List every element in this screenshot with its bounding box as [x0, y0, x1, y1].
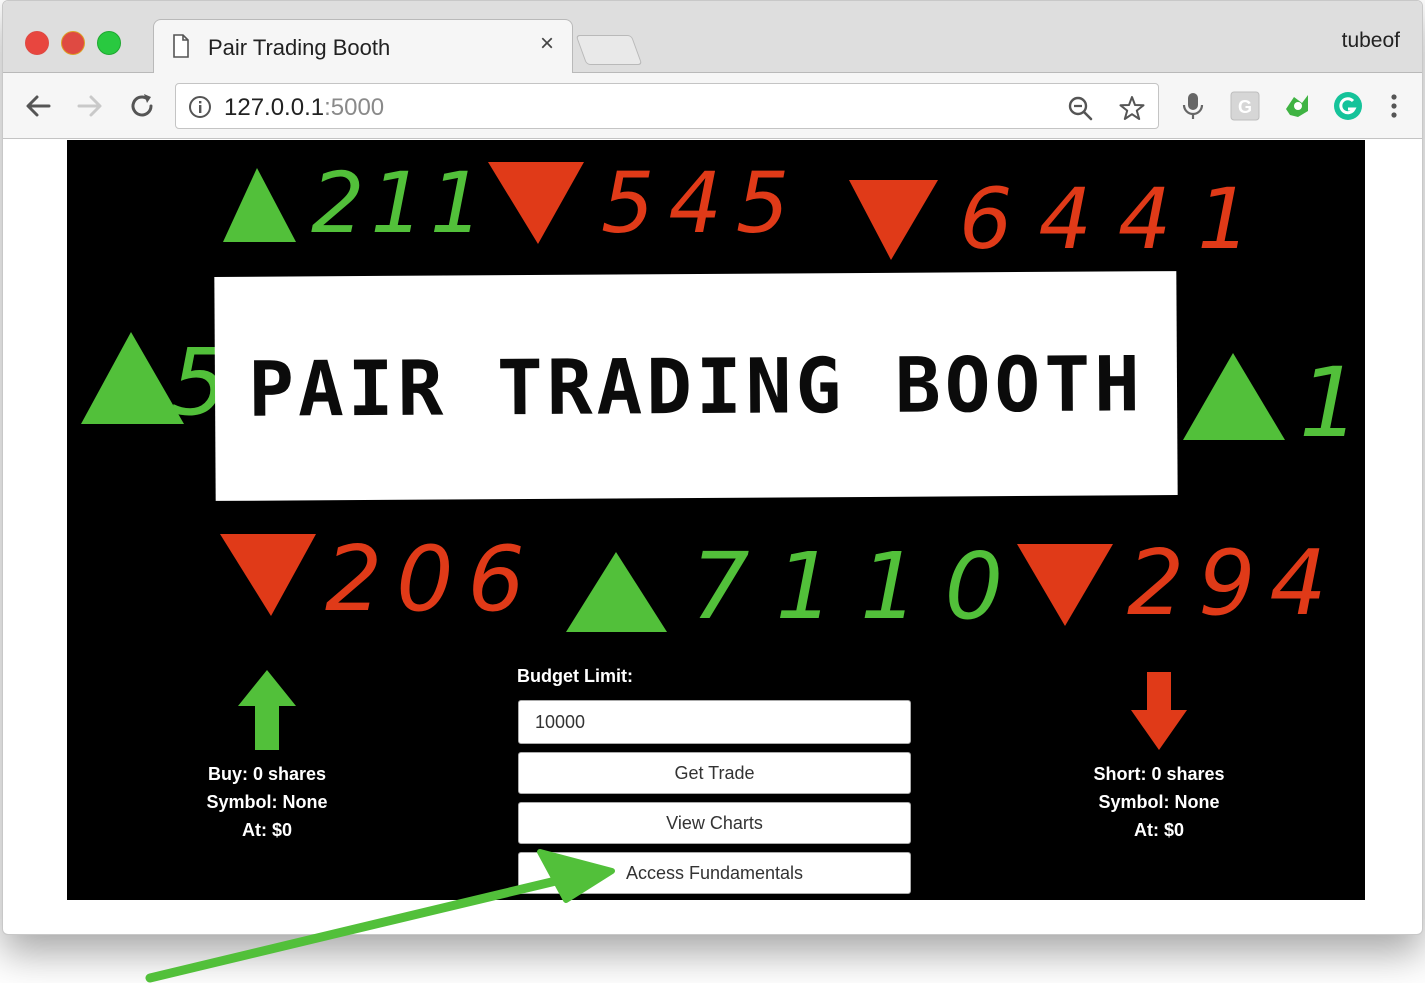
view-charts-button[interactable]: View Charts: [518, 802, 911, 844]
short-price: At: $0: [1049, 816, 1269, 844]
short-shares: Short: 0 shares: [1049, 760, 1269, 788]
tab-bar: Pair Trading Booth × tubeof: [3, 1, 1422, 75]
forward-icon[interactable]: [73, 89, 107, 123]
reload-icon[interactable]: [125, 89, 159, 123]
mic-icon[interactable]: [1178, 91, 1208, 121]
up-triangle-icon: [566, 552, 667, 632]
back-icon[interactable]: [21, 89, 55, 123]
buy-price-value: $0: [271, 820, 293, 840]
short-arrow-icon: [1131, 672, 1187, 750]
browser-window: Pair Trading Booth × tubeof 127.0.0.1:50…: [2, 0, 1423, 935]
buy-arrow-icon: [238, 670, 296, 750]
get-trade-button[interactable]: Get Trade: [518, 752, 911, 794]
url-host: 127.0.0.1: [224, 94, 325, 121]
buy-label: Buy:: [207, 764, 253, 784]
page-content: 211 545 6441 5 1 206 7110 294 PAIR TRADI…: [67, 140, 1365, 900]
extension-icon[interactable]: [1282, 91, 1312, 121]
at-label: At:: [241, 820, 272, 840]
access-fundamentals-button[interactable]: Access Fundamentals: [518, 852, 911, 894]
window-maximize-button[interactable]: [97, 31, 121, 55]
buy-symbol-value: None: [282, 792, 328, 812]
ticker-digits: 545: [601, 154, 803, 252]
down-triangle-icon: [849, 180, 938, 260]
tab-pair-trading-booth[interactable]: Pair Trading Booth ×: [153, 19, 573, 75]
document-icon: [173, 34, 189, 58]
ticker-digits: 6441: [959, 170, 1277, 268]
star-icon[interactable]: [1118, 94, 1146, 122]
short-price-value: $0: [1163, 820, 1185, 840]
page-title: PAIR TRADING BOOTH: [247, 338, 1145, 434]
tab-title: Pair Trading Booth: [208, 35, 391, 60]
address-bar[interactable]: 127.0.0.1:5000: [175, 83, 1159, 129]
buy-info: Buy: 0 shares Symbol: None At: $0: [157, 760, 377, 844]
window-close-button[interactable]: [25, 31, 49, 55]
down-triangle-icon: [220, 534, 316, 616]
short-info: Short: 0 shares Symbol: None At: $0: [1049, 760, 1269, 844]
tab-close-icon[interactable]: ×: [540, 32, 554, 56]
up-triangle-icon: [81, 332, 184, 424]
profile-name[interactable]: tubeof: [1342, 29, 1400, 53]
ticker-digits: 1: [1299, 347, 1360, 459]
buy-symbol: Symbol: None: [157, 788, 377, 816]
grammarly-icon[interactable]: [1333, 91, 1363, 121]
symbol-label: Symbol:: [1098, 792, 1175, 812]
info-icon[interactable]: [188, 95, 212, 119]
new-tab-button[interactable]: [575, 35, 643, 65]
short-symbol-value: None: [1174, 792, 1220, 812]
url-port: :5000: [324, 94, 385, 121]
short-symbol: Symbol: None: [1049, 788, 1269, 816]
up-triangle-icon: [223, 168, 296, 242]
svg-text:G: G: [1238, 97, 1252, 117]
up-triangle-icon: [1183, 353, 1285, 440]
window-minimize-button[interactable]: [61, 31, 85, 55]
ticker-digits: 7110: [691, 533, 1029, 640]
url-text[interactable]: 127.0.0.1:5000: [224, 94, 384, 122]
buy-price: At: $0: [157, 816, 377, 844]
budget-label: Budget Limit:: [517, 666, 633, 686]
short-label: Short:: [1093, 764, 1152, 784]
title-banner: PAIR TRADING BOOTH: [214, 271, 1178, 501]
short-shares-value: 0 shares: [1151, 764, 1225, 784]
ticker-digits: 294: [1127, 531, 1341, 636]
grammarly-g-icon[interactable]: G: [1230, 91, 1260, 121]
symbol-label: Symbol:: [206, 792, 283, 812]
down-triangle-icon: [488, 162, 584, 244]
at-label: At:: [1133, 820, 1164, 840]
ticker-digits: 211: [311, 154, 489, 252]
budget-input[interactable]: [518, 700, 911, 744]
browser-toolbar: 127.0.0.1:5000 G: [3, 73, 1422, 139]
down-triangle-icon: [1017, 544, 1113, 626]
zoom-icon[interactable]: [1066, 94, 1094, 122]
buy-shares-value: 0 shares: [252, 764, 327, 784]
menu-icon[interactable]: [1379, 91, 1409, 121]
ticker-digits: 206: [325, 527, 539, 632]
buy-shares: Buy: 0 shares: [157, 760, 377, 788]
